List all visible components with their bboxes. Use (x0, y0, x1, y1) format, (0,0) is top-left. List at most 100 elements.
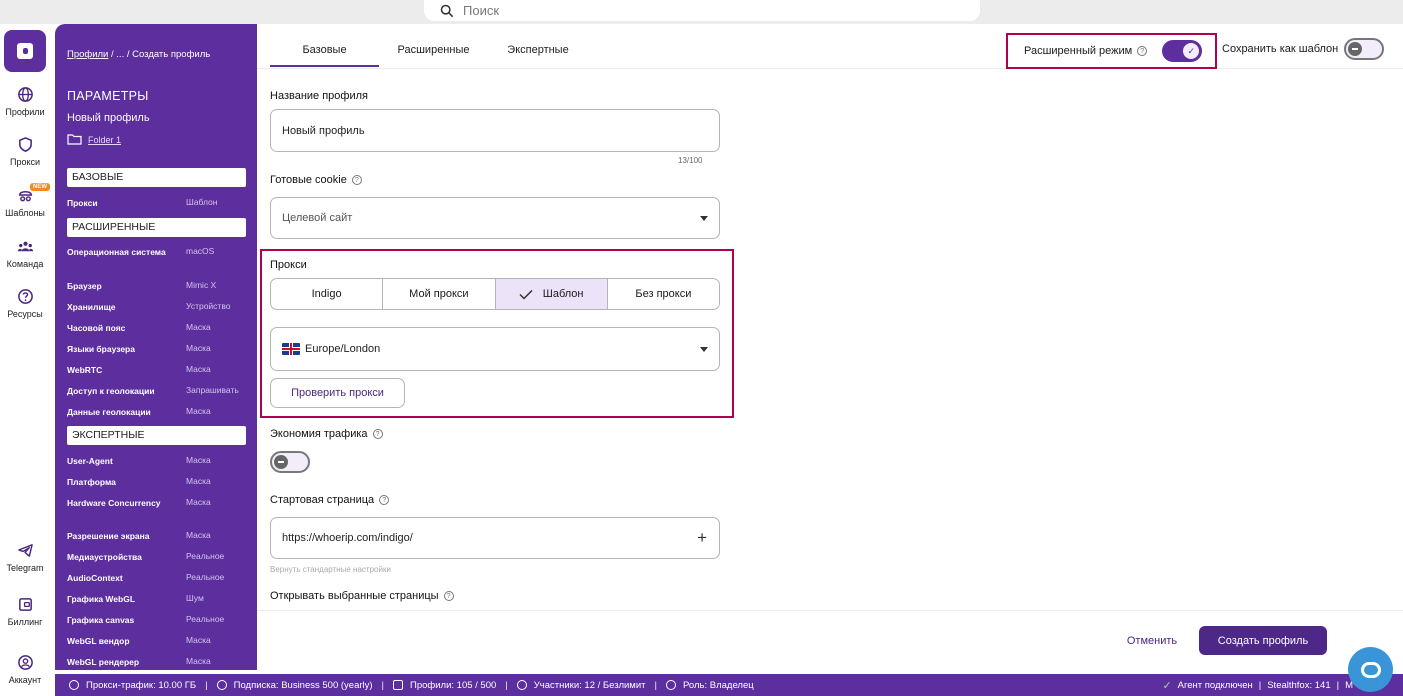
rail-item-resources[interactable]: Ресурсы (0, 288, 50, 319)
rail-item-telegram[interactable]: Telegram (0, 542, 50, 573)
sidebar-row-value: Маска (186, 497, 211, 507)
app-root: Поиск Профили Прокси NEW Шаблоны Команда… (0, 0, 1403, 696)
rail-item-billing[interactable]: Биллинг (0, 596, 50, 627)
status-separator: | (381, 679, 385, 691)
shield-icon (18, 137, 32, 152)
sidebar-row[interactable]: User-Agent Маска (67, 455, 247, 467)
sidebar-row-label: Операционная система (67, 247, 166, 257)
sidebar-row[interactable]: WebGL вендор Маска (67, 635, 247, 647)
rail-item-proxy[interactable]: Прокси (0, 136, 50, 167)
sidebar-row[interactable]: Языки браузера Маска (67, 343, 247, 355)
proxy-template-select[interactable]: Europe/London (270, 327, 720, 371)
check-icon: ✓ (1183, 43, 1200, 59)
support-chat-button[interactable] (1348, 647, 1393, 692)
breadcrumb-rest: / ... / Создать профиль (108, 49, 211, 60)
proxy-option-template[interactable]: Шаблон (495, 279, 608, 309)
sidebar-row[interactable]: WebRTC Маска (67, 364, 247, 376)
sidebar-row[interactable]: Hardware Concurrency Маска (67, 497, 247, 509)
section-basic[interactable]: БАЗОВЫЕ (67, 168, 246, 187)
globe-icon (17, 87, 33, 102)
sidebar-row-label: Графика canvas (67, 615, 135, 625)
profile-name-input[interactable]: Новый профиль (270, 109, 720, 152)
top-bar: Поиск (0, 0, 1403, 24)
proxy-option-none[interactable]: Без прокси (608, 279, 719, 309)
help-icon[interactable]: ? (372, 429, 383, 439)
breadcrumb-profiles-link[interactable]: Профили (67, 49, 108, 60)
save-template-toggle[interactable] (1344, 38, 1385, 60)
sidebar-row[interactable]: Графика canvas Реальное (67, 614, 247, 626)
sidebar-row[interactable]: Платформа Маска (67, 476, 247, 488)
folder-link[interactable]: Folder 1 (67, 134, 121, 145)
sidebar-row-value: Маска (186, 635, 211, 645)
rail-item-team[interactable]: Команда (0, 238, 50, 269)
section-expert[interactable]: ЭКСПЕРТНЫЕ (67, 426, 246, 445)
dollar-icon (216, 680, 227, 690)
proxy-type-selector: Indigo Мой прокси Шаблон Без прокси (270, 278, 720, 310)
start-page-input[interactable]: https://whoerip.com/indigo/ + (270, 517, 720, 559)
user-icon (516, 680, 527, 690)
sidebar-row-label: Данные геолокации (67, 407, 151, 417)
sidebar-row[interactable]: AudioContext Реальное (67, 572, 247, 584)
check-proxy-button[interactable]: Проверить прокси (270, 378, 405, 408)
wallet-icon (18, 598, 32, 611)
sidebar-row[interactable]: Операционная система macOS (67, 246, 247, 258)
check-icon: ✓ (1162, 679, 1172, 692)
icon-rail: Профили Прокси NEW Шаблоны Команда Ресур… (0, 24, 50, 685)
sidebar-row-value: Устройство (186, 301, 231, 311)
proxy-option-my[interactable]: Мой прокси (383, 279, 496, 309)
sidebar-row-value: Маска (186, 656, 211, 666)
profile-name-label: Название профиля (270, 90, 368, 102)
app-logo[interactable] (4, 30, 46, 72)
rail-label: Биллинг (7, 617, 43, 627)
sidebar-row-value: Маска (186, 364, 211, 374)
sidebar-row[interactable]: Прокси Шаблон (67, 197, 247, 209)
help-icon[interactable]: ? (443, 591, 454, 601)
rail-label: Прокси (9, 157, 41, 167)
tab-expert[interactable]: Экспертные (488, 32, 588, 67)
advanced-mode-label: Расширенный режим (1024, 45, 1133, 57)
rail-label: Ресурсы (7, 309, 43, 319)
help-icon[interactable]: ? (1137, 46, 1148, 56)
plus-icon[interactable]: + (697, 529, 707, 546)
proxy-option-indigo[interactable]: Indigo (271, 279, 384, 309)
search-icon (440, 4, 454, 17)
rail-item-templates[interactable]: NEW Шаблоны (0, 183, 50, 218)
sidebar-row-label: Платформа (67, 477, 116, 487)
tabs-divider (257, 68, 1403, 69)
tab-advanced[interactable]: Расширенные (379, 32, 488, 67)
sidebar-row[interactable]: Часовой пояс Маска (67, 322, 247, 334)
rail-item-profiles[interactable]: Профили (0, 86, 50, 117)
sidebar-row[interactable]: Графика WebGL Шум (67, 593, 247, 605)
help-icon[interactable]: ? (379, 495, 390, 505)
status-separator: | (654, 679, 657, 691)
search-input[interactable]: Поиск (424, 0, 980, 21)
sidebar-row[interactable]: Данные геолокации Маска (67, 406, 247, 418)
status-profiles: Профили: 105 / 500 (410, 679, 497, 691)
sidebar-row[interactable]: WebGL рендерер Маска (67, 656, 247, 668)
rail-label: Команда (6, 259, 44, 269)
cookie-select[interactable]: Целевой сайт (270, 197, 720, 239)
sidebar-row-label: Часовой пояс (67, 323, 126, 333)
cancel-button[interactable]: Отменить (1112, 626, 1192, 655)
traffic-saving-toggle[interactable] (270, 451, 310, 473)
help-icon[interactable]: ? (351, 175, 362, 185)
params-sidebar: Профили / ... / Создать профиль ПАРАМЕТР… (55, 24, 257, 670)
rail-label: Telegram (6, 563, 44, 573)
create-profile-button[interactable]: Создать профиль (1199, 626, 1327, 655)
reset-defaults-link[interactable]: Вернуть стандартные настройки (270, 565, 391, 574)
rail-label: Аккаунт (8, 675, 42, 685)
status-separator: | (205, 679, 208, 691)
sidebar-row[interactable]: Браузер Mimic X (67, 280, 247, 292)
rail-item-account[interactable]: Аккаунт (0, 654, 50, 685)
proxy-option-label: Мой прокси (409, 288, 469, 300)
params-title: ПАРАМЕТРЫ (67, 89, 149, 103)
sidebar-row[interactable]: Хранилище Устройство (67, 301, 247, 313)
section-advanced[interactable]: РАСШИРЕННЫЕ (67, 218, 246, 237)
sidebar-row[interactable]: Доступ к геолокации Запрашивать (67, 385, 247, 397)
sidebar-row-label: Hardware Concurrency (67, 498, 161, 508)
team-icon (17, 241, 33, 252)
advanced-mode-toggle[interactable]: ✓ (1162, 40, 1203, 62)
sidebar-row[interactable]: Медиаустройства Реальное (67, 551, 247, 563)
tab-basic[interactable]: Базовые (270, 32, 379, 67)
sidebar-row[interactable]: Разрешение экрана Маска (67, 530, 247, 542)
